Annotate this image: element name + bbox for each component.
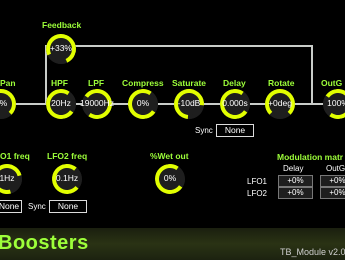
hpf-knob[interactable]: 20Hz	[43, 86, 79, 122]
wet-out-value: 0%	[163, 173, 177, 183]
delay-label: Delay	[223, 78, 246, 88]
mod-col-out: OutG	[326, 164, 345, 173]
lpf-knob[interactable]: 19000Hz	[79, 86, 115, 122]
feedback-value: +33%	[50, 43, 72, 53]
lpf-value: 19000Hz	[79, 98, 115, 108]
rotate-label: Rotate	[268, 78, 295, 88]
outg-label: OutG	[321, 78, 343, 88]
lfo2-freq-knob[interactable]: 0.1Hz	[50, 162, 84, 196]
saturate-value: -10dB	[177, 98, 201, 108]
rotate-knob[interactable]: +0deg	[265, 89, 295, 119]
feedback-knob[interactable]: +33%	[41, 29, 81, 69]
wet-out-knob[interactable]: 0%	[152, 161, 188, 197]
mod-row-lfo2-label: LFO2	[247, 189, 268, 198]
delay-knob[interactable]: 0.000s	[217, 86, 253, 122]
delay-sync-select[interactable]: None	[216, 124, 254, 137]
compress-label: Compress	[122, 78, 164, 88]
brand-logo: Boosters	[0, 232, 89, 254]
plugin-panel: Feedback +33% Pan 0% HPF 20Hz LPF 19000H…	[0, 0, 345, 228]
saturate-knob[interactable]: -10dB	[167, 82, 211, 126]
outg-value: 100%	[327, 98, 345, 108]
mod-lfo2-out[interactable]: +0%	[320, 187, 345, 199]
lfo2-sync-select[interactable]: None	[49, 200, 87, 213]
lfo2-freq-value: 0.1Hz	[55, 173, 79, 183]
mod-lfo1-delay[interactable]: +0%	[278, 175, 313, 187]
module-version: TB_Module v2.0.0	[280, 247, 345, 257]
pan-knob[interactable]: 0%	[0, 89, 16, 119]
wet-out-label: %Wet out	[150, 151, 189, 161]
feedback-label: Feedback	[42, 20, 82, 30]
outg-knob[interactable]: 100%	[320, 86, 345, 122]
lfo2-sync-label: Sync	[28, 202, 46, 211]
lfo2-freq-label: LFO2 freq	[47, 151, 88, 161]
delay-sync-label: Sync	[195, 126, 213, 135]
feedback-wire-right	[311, 45, 313, 103]
feedback-wire-top	[45, 45, 313, 47]
hpf-label: HPF	[51, 78, 68, 88]
pan-value: 0%	[0, 98, 8, 108]
lpf-label: LPF	[88, 78, 105, 88]
lfo1-sync-select[interactable]: None	[0, 200, 22, 213]
mod-col-delay: Delay	[283, 164, 304, 173]
lfo1-freq-knob[interactable]: 1Hz	[0, 158, 28, 200]
rotate-value: +0deg	[268, 98, 292, 108]
compress-knob[interactable]: 0%	[125, 86, 161, 122]
lfo1-freq-label: O1 freq	[0, 151, 30, 161]
pan-label: Pan	[0, 78, 16, 88]
mod-row-lfo1-label: LFO1	[247, 177, 268, 186]
mod-lfo2-delay[interactable]: +0%	[278, 187, 313, 199]
saturate-label: Saturate	[172, 78, 207, 88]
compress-value: 0%	[136, 98, 150, 108]
mod-lfo1-out[interactable]: +0%	[320, 175, 345, 187]
delay-value: 0.000s	[222, 98, 248, 108]
lfo1-freq-value: 1Hz	[0, 173, 15, 183]
mod-matrix-title: Modulation matr	[277, 152, 344, 162]
